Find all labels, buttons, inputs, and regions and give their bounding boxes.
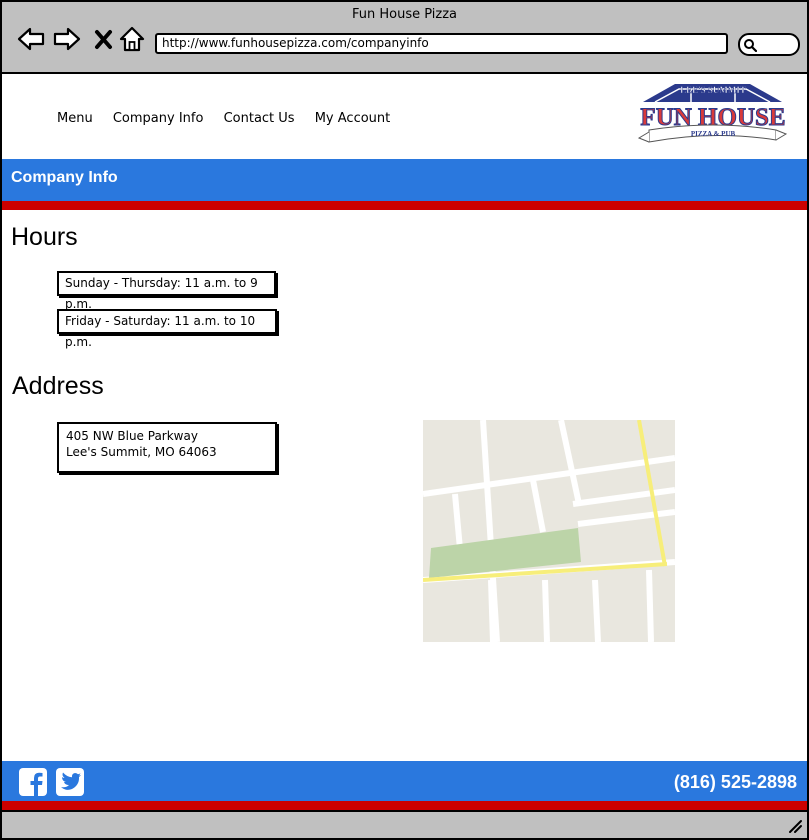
window-title: Fun House Pizza (351, 7, 458, 22)
search-icon (744, 39, 757, 52)
address-line-2: Lee's Summit, MO 64063 (66, 445, 217, 459)
twitter-icon[interactable] (56, 768, 84, 796)
address-line-1: 405 NW Blue Parkway (66, 429, 198, 443)
back-icon[interactable] (16, 24, 46, 54)
url-input[interactable]: http://www.funhousepizza.com/companyinfo (155, 33, 728, 54)
svg-text:LEE'S SUMMIT: LEE'S SUMMIT (680, 85, 746, 95)
browser-statusbar (2, 810, 807, 838)
forward-icon[interactable] (52, 24, 82, 54)
hours-heading: Hours (11, 223, 78, 251)
address-heading: Address (12, 372, 104, 400)
address-box: 405 NW Blue Parkway Lee's Summit, MO 640… (57, 422, 277, 473)
resize-grip-icon[interactable] (787, 818, 803, 834)
home-icon[interactable] (117, 24, 147, 54)
nav-item-my-account[interactable]: My Account (315, 111, 391, 126)
page-title-band: Company Info (2, 159, 807, 210)
phone-number[interactable]: (816) 525-2898 (674, 772, 797, 793)
page-title: Company Info (11, 169, 118, 186)
main-nav: Menu Company Info Contact Us My Account (57, 111, 406, 126)
nav-item-menu[interactable]: Menu (57, 111, 93, 126)
svg-text:PIZZA & PUB: PIZZA & PUB (691, 130, 736, 138)
nav-item-contact-us[interactable]: Contact Us (224, 111, 295, 126)
browser-window: Fun House Pizza http://www.funhousepizza… (0, 0, 809, 840)
search-input[interactable] (738, 33, 800, 56)
nav-item-company-info[interactable]: Company Info (113, 111, 204, 126)
site-header: Menu Company Info Contact Us My Account … (2, 74, 807, 160)
facebook-icon[interactable] (19, 768, 47, 796)
fun-house-logo[interactable]: LEE'S SUMMIT FUN HOUSE PIZZA & PUB (635, 80, 790, 158)
browser-toolbar: Fun House Pizza http://www.funhousepizza… (2, 2, 807, 74)
hours-weekday: Sunday - Thursday: 11 a.m. to 9 p.m. (57, 271, 276, 311)
hours-weekend: Friday - Saturday: 11 a.m. to 10 p.m. (57, 309, 277, 349)
footer: (816) 525-2898 (2, 761, 807, 810)
close-icon[interactable] (89, 24, 119, 54)
location-map[interactable] (423, 420, 675, 642)
